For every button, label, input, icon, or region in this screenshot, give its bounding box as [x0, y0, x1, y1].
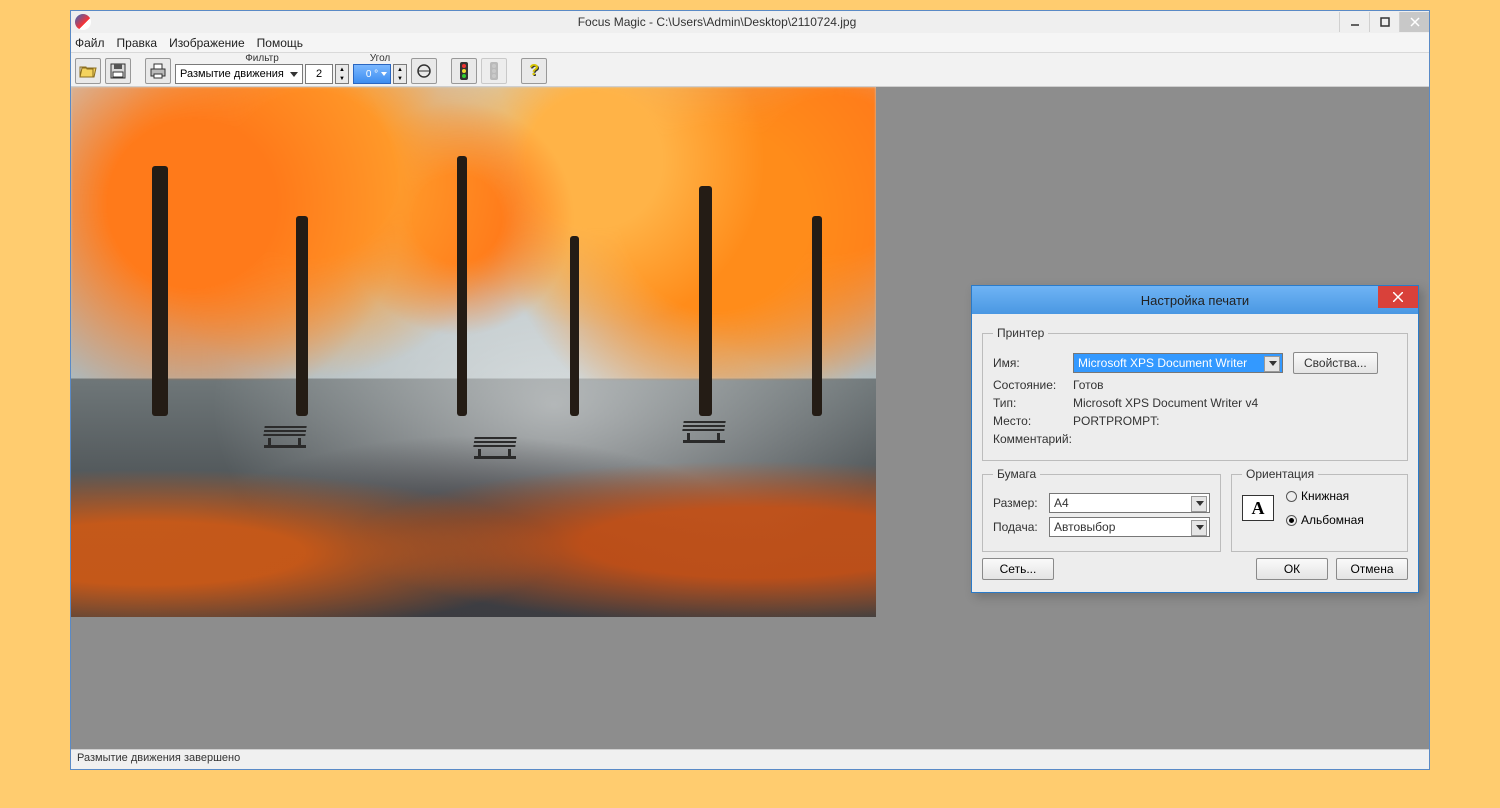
filter-amount-input[interactable]	[305, 64, 333, 84]
window-title: Focus Magic - C:\Users\Admin\Desktop\211…	[95, 15, 1339, 29]
circle-icon	[416, 63, 432, 79]
toolbar: Фильтр Размытие движения ▲▼ Угол 0 ° ▲▼	[71, 53, 1429, 87]
save-button[interactable]	[105, 58, 131, 84]
dialog-close-button[interactable]	[1378, 286, 1418, 308]
image-preview[interactable]	[71, 87, 876, 617]
printer-type-value: Microsoft XPS Document Writer v4	[1073, 396, 1258, 410]
printer-icon	[149, 63, 167, 79]
menu-file[interactable]: Файл	[75, 36, 105, 50]
process-stop-button	[481, 58, 507, 84]
printer-properties-button[interactable]: Свойства...	[1293, 352, 1378, 374]
printer-name-select[interactable]: Microsoft XPS Document Writer	[1073, 353, 1283, 373]
open-button[interactable]	[75, 58, 101, 84]
traffic-light-icon	[459, 62, 469, 80]
paper-legend: Бумага	[993, 467, 1040, 481]
main-window: Focus Magic - C:\Users\Admin\Desktop\211…	[70, 10, 1430, 770]
amount-spinner[interactable]: ▲▼	[335, 64, 349, 84]
circle-tool-button[interactable]	[411, 58, 437, 84]
close-icon	[1393, 292, 1403, 302]
titlebar: Focus Magic - C:\Users\Admin\Desktop\211…	[71, 11, 1429, 33]
print-setup-dialog: Настройка печати Принтер Имя: Microsoft …	[971, 285, 1419, 593]
angle-group: Угол 0 ° ▲▼	[353, 53, 407, 84]
orientation-landscape-radio[interactable]: Альбомная	[1286, 513, 1364, 527]
question-icon: ?	[529, 62, 539, 80]
canvas-area: Настройка печати Принтер Имя: Microsoft …	[71, 87, 1429, 749]
printer-comment-label: Комментарий:	[993, 432, 1073, 446]
app-icon	[75, 14, 91, 30]
minimize-button[interactable]	[1339, 12, 1369, 32]
cancel-button[interactable]: Отмена	[1336, 558, 1408, 580]
filter-label: Фильтр	[245, 53, 279, 64]
help-button[interactable]: ?	[521, 58, 547, 84]
statusbar: Размытие движения завершено	[71, 749, 1429, 769]
orientation-fieldset: Ориентация A Книжная Альбомная	[1231, 467, 1408, 552]
menu-image[interactable]: Изображение	[169, 36, 245, 50]
close-button[interactable]	[1399, 12, 1429, 32]
menubar: Файл Правка Изображение Помощь	[71, 33, 1429, 53]
dialog-titlebar[interactable]: Настройка печати	[972, 286, 1418, 314]
ok-button[interactable]: ОК	[1256, 558, 1328, 580]
printer-where-label: Место:	[993, 414, 1073, 428]
orientation-portrait-radio[interactable]: Книжная	[1286, 489, 1364, 503]
folder-open-icon	[79, 64, 97, 78]
print-button[interactable]	[145, 58, 171, 84]
filter-select[interactable]: Размытие движения	[175, 64, 303, 84]
menu-edit[interactable]: Правка	[117, 36, 158, 50]
angle-select[interactable]: 0 °	[353, 64, 391, 84]
orientation-legend: Ориентация	[1242, 467, 1318, 481]
paper-size-label: Размер:	[993, 496, 1049, 510]
floppy-icon	[110, 63, 126, 79]
paper-source-select[interactable]: Автовыбор	[1049, 517, 1210, 537]
printer-name-label: Имя:	[993, 356, 1073, 370]
printer-legend: Принтер	[993, 326, 1048, 340]
paper-source-label: Подача:	[993, 520, 1049, 534]
filter-group: Фильтр Размытие движения ▲▼	[175, 53, 349, 84]
traffic-light-dim-icon	[489, 62, 499, 80]
orientation-preview-icon: A	[1242, 495, 1274, 521]
paper-size-select[interactable]: A4	[1049, 493, 1210, 513]
menu-help[interactable]: Помощь	[257, 36, 303, 50]
printer-where-value: PORTPROMPT:	[1073, 414, 1159, 428]
printer-state-label: Состояние:	[993, 378, 1073, 392]
dialog-title: Настройка печати	[1141, 293, 1249, 308]
angle-spinner[interactable]: ▲▼	[393, 64, 407, 84]
printer-type-label: Тип:	[993, 396, 1073, 410]
printer-state-value: Готов	[1073, 378, 1104, 392]
printer-fieldset: Принтер Имя: Microsoft XPS Document Writ…	[982, 326, 1408, 461]
status-text: Размытие движения завершено	[77, 752, 240, 764]
network-button[interactable]: Сеть...	[982, 558, 1054, 580]
angle-label: Угол	[370, 53, 391, 64]
maximize-button[interactable]	[1369, 12, 1399, 32]
process-go-button[interactable]	[451, 58, 477, 84]
paper-fieldset: Бумага Размер: A4 Подача: Автовыбор	[982, 467, 1221, 552]
